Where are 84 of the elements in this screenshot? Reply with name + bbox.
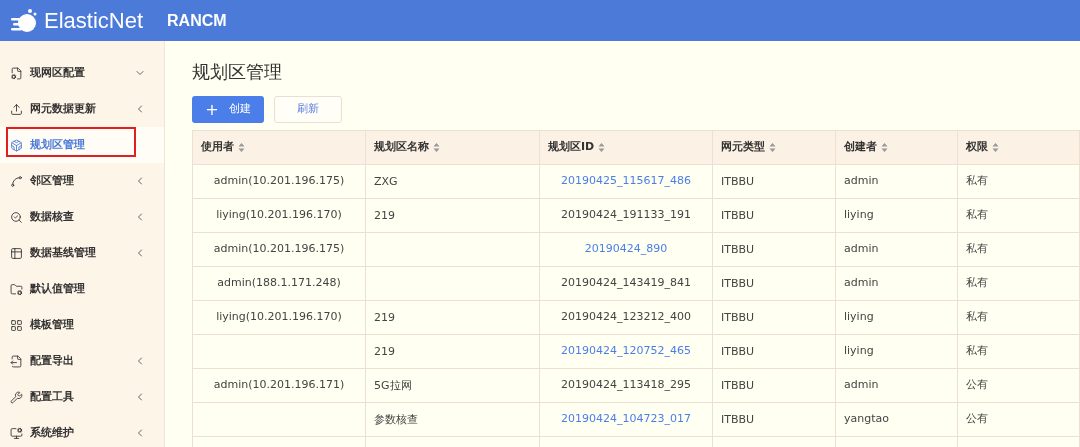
upload-icon bbox=[10, 102, 23, 116]
table-cell: 私有 bbox=[966, 343, 988, 360]
id-link[interactable]: 20190424_120752_465 bbox=[561, 343, 691, 360]
table-cell-text: ITBBU bbox=[721, 310, 755, 326]
monitor-gear-icon bbox=[10, 426, 23, 440]
sidebar-item[interactable]: 网元数据更新 bbox=[0, 91, 164, 127]
product-name: RANCM bbox=[167, 10, 227, 31]
table-cell: liying(10.201.196.170) bbox=[216, 207, 342, 224]
sidebar-item[interactable]: 数据基线管理 bbox=[0, 235, 164, 271]
sidebar-item[interactable]: 默认值管理 bbox=[0, 271, 164, 307]
wrench-icon bbox=[10, 390, 23, 404]
sort-icon[interactable] bbox=[881, 142, 888, 153]
sidebar-item[interactable]: 配置工具 bbox=[0, 379, 164, 415]
table-cell: 私有 bbox=[966, 241, 988, 258]
table-cell-text: 参数核查 bbox=[374, 412, 418, 428]
table-cell: liying bbox=[844, 309, 874, 326]
id-link[interactable]: 20190424_104723_017 bbox=[561, 411, 691, 428]
export-icon bbox=[10, 354, 23, 368]
sort-icon[interactable] bbox=[238, 142, 245, 153]
sidebar-item[interactable]: 模板管理 bbox=[0, 307, 164, 343]
table-cell-text: 5G拉网 bbox=[374, 378, 412, 394]
column-header[interactable]: 网元类型 bbox=[713, 131, 836, 164]
create-button[interactable]: + 创建 bbox=[192, 96, 264, 123]
page-title: 规划区管理 bbox=[192, 60, 283, 84]
table-cell-text: ITBBU bbox=[721, 378, 755, 394]
refresh-button[interactable]: 刷新 bbox=[274, 96, 342, 123]
table-cell: yangtao bbox=[844, 411, 889, 428]
table-cell: 20190424_143419_841 bbox=[561, 275, 691, 292]
sort-icon[interactable] bbox=[433, 142, 440, 153]
search-icon bbox=[10, 210, 23, 224]
table-cell: liying bbox=[844, 343, 874, 360]
table-cell: 私有 bbox=[966, 309, 988, 326]
column-header[interactable]: 创建者 bbox=[836, 131, 958, 164]
table-cell: 私有 bbox=[966, 207, 988, 224]
table-cell: admin(10.201.196.175) bbox=[213, 241, 345, 258]
table-icon bbox=[10, 246, 23, 260]
table-cell-text: 219 bbox=[374, 344, 395, 360]
gear-file-icon bbox=[10, 66, 23, 80]
graph-icon bbox=[10, 174, 23, 188]
table-cell: 私有 bbox=[966, 275, 988, 292]
sidebar-item[interactable]: 系统维护 bbox=[0, 415, 164, 447]
table-cell-text: ITBBU bbox=[721, 242, 755, 258]
table-cell: 公有 bbox=[966, 377, 988, 394]
sort-icon[interactable] bbox=[769, 142, 776, 153]
sort-icon[interactable] bbox=[992, 142, 999, 153]
column-header[interactable]: 规划区名称 bbox=[366, 131, 540, 164]
table-cell: 20190424_123212_400 bbox=[561, 309, 691, 326]
table-cell-text: ITBBU bbox=[721, 208, 755, 224]
table-cell: admin bbox=[844, 241, 879, 258]
logo-text: ElasticNet bbox=[44, 7, 144, 35]
table-cell-text: ZXG bbox=[374, 174, 398, 190]
sidebar-item[interactable]: 规划区管理 bbox=[0, 127, 164, 163]
table-cell-text: 219 bbox=[374, 310, 395, 326]
logo-icon bbox=[10, 7, 38, 34]
table-cell-text: ITBBU bbox=[721, 276, 755, 292]
column-header[interactable]: 权限 bbox=[958, 131, 1080, 164]
column-header[interactable]: 使用者 bbox=[193, 131, 366, 164]
table-cell: admin(10.201.196.171) bbox=[213, 377, 345, 394]
table-cell: 20190424_191133_191 bbox=[561, 207, 691, 224]
table-cell: admin(10.201.196.175) bbox=[213, 173, 345, 190]
id-link[interactable]: 20190425_115617_486 bbox=[561, 173, 691, 190]
sort-icon[interactable] bbox=[598, 142, 606, 153]
box-icon bbox=[10, 138, 23, 152]
table-cell: liying(10.201.196.170) bbox=[216, 309, 342, 326]
grid-icon bbox=[10, 318, 23, 332]
table-cell: admin bbox=[844, 173, 879, 190]
table-cell: admin(188.1.171.248) bbox=[217, 275, 341, 292]
sidebar-item[interactable]: 邻区管理 bbox=[0, 163, 164, 199]
table-cell: admin bbox=[844, 377, 879, 394]
sidebar-item[interactable]: 数据核查 bbox=[0, 199, 164, 235]
column-header[interactable]: 规划区ID bbox=[540, 131, 713, 164]
table-cell: 私有 bbox=[966, 173, 988, 190]
table-cell-text: ITBBU bbox=[721, 344, 755, 360]
table-cell: liying bbox=[844, 207, 874, 224]
table-cell-text: 219 bbox=[374, 208, 395, 224]
sidebar-item[interactable]: 现网区配置 bbox=[0, 55, 164, 91]
sidebar-item[interactable]: 配置导出 bbox=[0, 343, 164, 379]
folder-gear-icon bbox=[10, 282, 23, 296]
table-cell: admin bbox=[844, 275, 879, 292]
table-cell: 公有 bbox=[966, 411, 988, 428]
table-cell-text: ITBBU bbox=[721, 412, 755, 428]
id-link[interactable]: 20190424_890 bbox=[584, 241, 668, 258]
table-cell: 20190424_113418_295 bbox=[561, 377, 691, 394]
table-cell-text: ITBBU bbox=[721, 174, 755, 190]
